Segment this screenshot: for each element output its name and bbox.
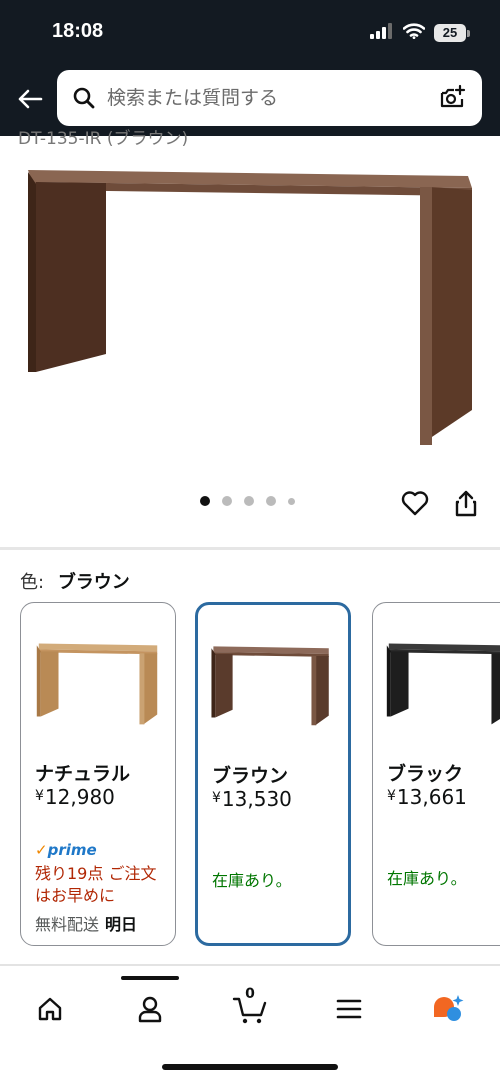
search-icon bbox=[71, 85, 97, 111]
color-option-name: ナチュラル bbox=[35, 763, 131, 785]
wifi-icon bbox=[402, 23, 426, 43]
color-option-price: ¥12,980 bbox=[35, 785, 115, 809]
carousel-dot[interactable] bbox=[222, 496, 232, 506]
color-option-price: ¥13,530 bbox=[212, 787, 292, 811]
back-arrow-icon bbox=[18, 89, 43, 109]
product-page: 18:08 25 検索または質問する DT-135-IR (ブラウン) 色: ブ… bbox=[0, 0, 500, 1080]
battery-icon: 25 bbox=[434, 24, 470, 42]
search-bar[interactable] bbox=[57, 70, 482, 126]
cart-count: 0 bbox=[245, 986, 255, 1002]
bottom-navigation: 0 bbox=[0, 970, 500, 1080]
color-selector-label: 色: ブラウン bbox=[20, 568, 130, 594]
nav-menu[interactable] bbox=[325, 988, 373, 1030]
nav-rufus[interactable] bbox=[424, 988, 472, 1030]
in-stock-status: 在庫あり。 bbox=[387, 869, 467, 888]
home-icon bbox=[38, 997, 62, 1021]
product-image[interactable] bbox=[0, 150, 500, 460]
color-option-image bbox=[36, 643, 158, 725]
color-option-image bbox=[386, 643, 500, 725]
color-option-black[interactable]: ブラック ¥13,661 在庫あり。 bbox=[372, 602, 500, 946]
color-key: 色: bbox=[20, 572, 45, 593]
rufus-assistant-icon bbox=[434, 995, 464, 1021]
image-carousel-dots[interactable] bbox=[200, 496, 295, 506]
status-icons: 25 bbox=[370, 22, 470, 44]
wishlist-button[interactable] bbox=[400, 488, 430, 518]
carousel-dot[interactable] bbox=[288, 497, 295, 505]
back-button[interactable] bbox=[14, 84, 46, 114]
color-option-name: ブラウン bbox=[212, 765, 289, 787]
carousel-dot[interactable] bbox=[200, 496, 210, 506]
color-option-image bbox=[211, 646, 329, 726]
prime-check-icon: ✓ bbox=[35, 841, 48, 859]
share-button[interactable] bbox=[452, 487, 480, 519]
color-option-natural[interactable]: ナチュラル ¥12,980 ✓prime 残り19点 ご注文はお早めに 無料配送… bbox=[20, 602, 176, 946]
top-header: 18:08 25 bbox=[0, 0, 500, 136]
color-option-name: ブラック bbox=[387, 763, 464, 785]
carousel-dot[interactable] bbox=[266, 496, 276, 506]
camera-search-button[interactable] bbox=[436, 82, 468, 114]
selected-color: ブラウン bbox=[57, 572, 130, 593]
account-icon bbox=[138, 996, 162, 1023]
low-stock-notice: 残り19点 ご注文はお早めに bbox=[35, 864, 157, 905]
share-icon bbox=[455, 490, 477, 517]
color-option-brown[interactable]: ブラウン ¥13,530 在庫あり。 bbox=[195, 602, 351, 946]
product-title-partial: DT-135-IR (ブラウン) bbox=[18, 129, 189, 149]
section-divider bbox=[0, 964, 500, 966]
search-input[interactable] bbox=[107, 87, 436, 109]
nav-cart[interactable]: 0 bbox=[226, 986, 274, 1030]
nav-account[interactable] bbox=[126, 988, 174, 1030]
battery-level: 25 bbox=[434, 24, 466, 42]
in-stock-status: 在庫あり。 bbox=[212, 871, 292, 890]
shipping-info: 無料配送 明日 bbox=[35, 915, 138, 934]
heart-icon bbox=[401, 491, 429, 516]
section-divider bbox=[0, 547, 500, 550]
signal-icon bbox=[370, 23, 394, 43]
active-tab-indicator bbox=[121, 976, 179, 980]
camera-icon bbox=[440, 84, 466, 108]
prime-badge: ✓prime bbox=[35, 841, 97, 859]
status-time: 18:08 bbox=[52, 20, 104, 42]
home-indicator bbox=[162, 1064, 338, 1070]
carousel-dot[interactable] bbox=[244, 496, 254, 506]
menu-icon bbox=[336, 999, 362, 1019]
color-option-price: ¥13,661 bbox=[387, 785, 467, 809]
nav-home[interactable] bbox=[26, 988, 74, 1030]
